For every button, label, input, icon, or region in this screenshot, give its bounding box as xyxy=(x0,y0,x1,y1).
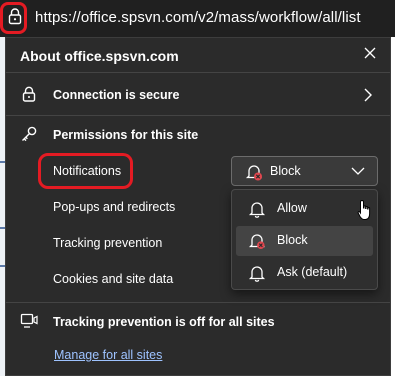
permission-popups: Pop-ups and redirects xyxy=(53,200,176,214)
permission-cookies[interactable]: Cookies and site data xyxy=(53,272,173,286)
tracking-notice: Tracking prevention is off for all sites xyxy=(53,315,275,329)
divider xyxy=(6,302,390,303)
connection-label: Connection is secure xyxy=(53,88,180,102)
permission-tracking: Tracking prevention xyxy=(53,236,163,250)
chevron-down-icon xyxy=(351,167,365,175)
notifications-select[interactable]: Block xyxy=(231,156,378,186)
hand-cursor-icon xyxy=(357,199,371,220)
tracking-prevention-icon xyxy=(20,312,38,330)
bell-blocked-icon xyxy=(245,165,263,181)
close-icon xyxy=(364,46,376,64)
option-label: Block xyxy=(277,233,308,247)
bell-blocked-icon xyxy=(248,234,266,249)
site-info-button[interactable] xyxy=(3,6,27,30)
divider xyxy=(6,72,390,73)
close-button[interactable] xyxy=(362,47,378,63)
address-bar: https://office.spsvn.com/v2/mass/workflo… xyxy=(0,0,395,37)
key-icon xyxy=(20,125,38,143)
popup-title: About office.spsvn.com xyxy=(20,48,179,64)
url-text[interactable]: https://office.spsvn.com/v2/mass/workflo… xyxy=(35,9,361,26)
option-allow[interactable]: Allow xyxy=(236,194,373,224)
lock-icon xyxy=(7,7,23,30)
bell-icon xyxy=(248,266,266,282)
chevron-right-icon xyxy=(364,88,372,102)
permissions-heading: Permissions for this site xyxy=(53,128,199,142)
lock-icon xyxy=(20,85,38,103)
notifications-dropdown: Allow Block Ask (default) xyxy=(231,189,378,290)
option-label: Allow xyxy=(277,201,307,215)
option-ask-default[interactable]: Ask (default) xyxy=(236,258,373,288)
select-value: Block xyxy=(270,164,301,178)
divider xyxy=(6,115,390,116)
option-label: Ask (default) xyxy=(277,265,348,279)
site-info-popup: About office.spsvn.com Connection is sec… xyxy=(5,37,391,376)
permission-notifications: Notifications xyxy=(53,164,122,178)
manage-all-sites-link[interactable]: Manage for all sites xyxy=(54,348,162,362)
bell-icon xyxy=(248,202,266,218)
option-block[interactable]: Block xyxy=(236,226,373,256)
